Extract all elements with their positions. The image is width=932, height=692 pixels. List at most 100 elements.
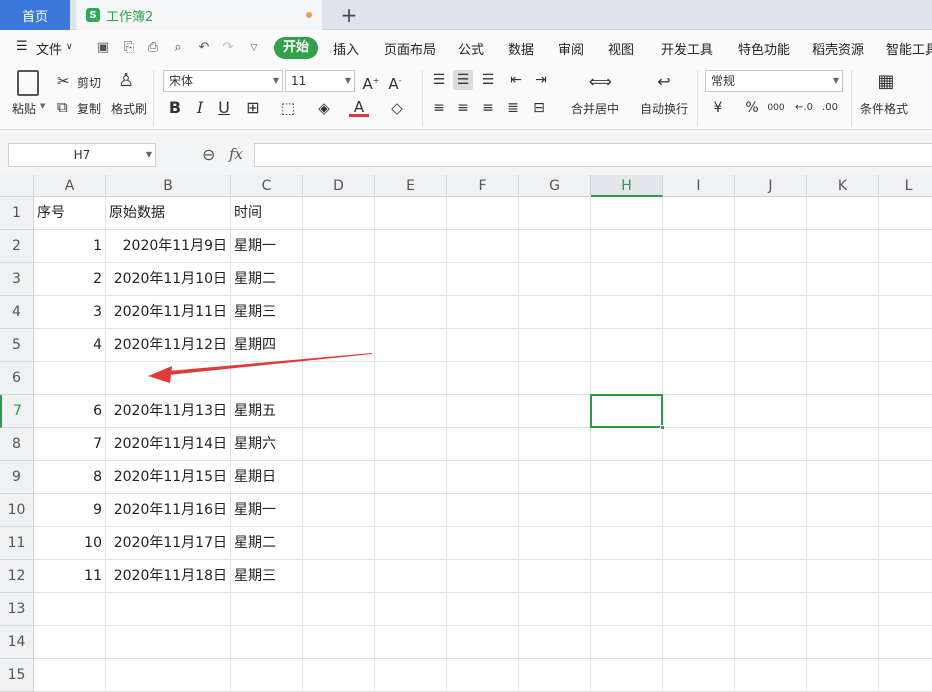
cell-a7[interactable]: 6: [34, 395, 106, 428]
column-header-k[interactable]: K: [807, 175, 879, 197]
fill-handle[interactable]: [660, 425, 665, 430]
justify-icon[interactable]: ≣: [503, 98, 523, 118]
cell-l8[interactable]: [879, 428, 932, 461]
cell-f2[interactable]: [447, 230, 519, 263]
cell-i4[interactable]: [663, 296, 735, 329]
cell-f13[interactable]: [447, 593, 519, 626]
column-header-b[interactable]: B: [106, 175, 231, 197]
cell-g5[interactable]: [519, 329, 591, 362]
cell-l3[interactable]: [879, 263, 932, 296]
cell-l5[interactable]: [879, 329, 932, 362]
quick-access-more-icon[interactable]: ▽: [247, 41, 261, 55]
cell-g14[interactable]: [519, 626, 591, 659]
cell-i9[interactable]: [663, 461, 735, 494]
cell-e15[interactable]: [375, 659, 447, 692]
menu-page-layout[interactable]: 页面布局: [384, 39, 436, 58]
column-header-a[interactable]: A: [34, 175, 106, 197]
cell-a3[interactable]: 2: [34, 263, 106, 296]
cell-d11[interactable]: [303, 527, 375, 560]
currency-button[interactable]: ¥: [708, 98, 728, 118]
cell-c9[interactable]: 星期日: [231, 461, 303, 494]
cell-b13[interactable]: [106, 593, 231, 626]
cell-f9[interactable]: [447, 461, 519, 494]
font-color-icon[interactable]: A: [349, 97, 369, 117]
export-icon[interactable]: ⎘: [122, 41, 136, 55]
cell-f12[interactable]: [447, 560, 519, 593]
cell-a14[interactable]: [34, 626, 106, 659]
cell-l14[interactable]: [879, 626, 932, 659]
row-header-3[interactable]: 3: [0, 263, 34, 296]
cell-e7[interactable]: [375, 395, 447, 428]
column-header-d[interactable]: D: [303, 175, 375, 197]
cell-d7[interactable]: [303, 395, 375, 428]
row-header-4[interactable]: 4: [0, 296, 34, 329]
conditional-format-icon[interactable]: ▦: [876, 72, 896, 92]
column-header-h[interactable]: H: [591, 175, 663, 197]
cell-d13[interactable]: [303, 593, 375, 626]
merge-center-icon[interactable]: ⟺: [589, 72, 612, 92]
column-header-g[interactable]: G: [519, 175, 591, 197]
cell-g11[interactable]: [519, 527, 591, 560]
align-center-icon[interactable]: ≡: [453, 98, 473, 118]
cell-b15[interactable]: [106, 659, 231, 692]
cell-d1[interactable]: [303, 197, 375, 230]
cell-j7[interactable]: [735, 395, 807, 428]
cell-f11[interactable]: [447, 527, 519, 560]
cell-a12[interactable]: 11: [34, 560, 106, 593]
menu-formulas[interactable]: 公式: [458, 39, 484, 58]
cell-j3[interactable]: [735, 263, 807, 296]
cell-e3[interactable]: [375, 263, 447, 296]
cell-k7[interactable]: [807, 395, 879, 428]
cell-d9[interactable]: [303, 461, 375, 494]
cell-l4[interactable]: [879, 296, 932, 329]
cell-i10[interactable]: [663, 494, 735, 527]
new-tab-button[interactable]: +: [338, 3, 360, 27]
copy-icon[interactable]: ⧉: [57, 98, 68, 116]
print-icon[interactable]: ⎙: [146, 41, 160, 55]
cell-g8[interactable]: [519, 428, 591, 461]
cell-j9[interactable]: [735, 461, 807, 494]
cell-d2[interactable]: [303, 230, 375, 263]
font-size-select[interactable]: 11 ▼: [285, 70, 355, 92]
indent-decrease-icon[interactable]: ⇤: [506, 70, 526, 90]
cell-j4[interactable]: [735, 296, 807, 329]
cell-l9[interactable]: [879, 461, 932, 494]
cell-b10[interactable]: 2020年11月16日: [106, 494, 231, 527]
cell-i15[interactable]: [663, 659, 735, 692]
cell-k3[interactable]: [807, 263, 879, 296]
cell-e12[interactable]: [375, 560, 447, 593]
menu-data[interactable]: 数据: [508, 39, 534, 58]
cell-h1[interactable]: [591, 197, 663, 230]
chevron-down-icon[interactable]: ∨: [66, 42, 73, 52]
cell-l1[interactable]: [879, 197, 932, 230]
column-header-i[interactable]: I: [663, 175, 735, 197]
format-painter-button[interactable]: 格式刷: [111, 100, 147, 117]
cell-c5[interactable]: 星期四: [231, 329, 303, 362]
cell-f8[interactable]: [447, 428, 519, 461]
menu-view[interactable]: 视图: [608, 39, 634, 58]
cell-k10[interactable]: [807, 494, 879, 527]
cell-i12[interactable]: [663, 560, 735, 593]
cell-d5[interactable]: [303, 329, 375, 362]
cell-a13[interactable]: [34, 593, 106, 626]
align-right-icon[interactable]: ≡: [478, 98, 498, 118]
cell-g15[interactable]: [519, 659, 591, 692]
cell-c4[interactable]: 星期三: [231, 296, 303, 329]
align-top-icon[interactable]: ☰: [429, 70, 449, 90]
cell-l2[interactable]: [879, 230, 932, 263]
cell-d6[interactable]: [303, 362, 375, 395]
cell-j6[interactable]: [735, 362, 807, 395]
cell-c13[interactable]: [231, 593, 303, 626]
cell-c14[interactable]: [231, 626, 303, 659]
row-header-9[interactable]: 9: [0, 461, 34, 494]
cell-l10[interactable]: [879, 494, 932, 527]
menu-developer[interactable]: 开发工具: [661, 39, 713, 58]
cell-h14[interactable]: [591, 626, 663, 659]
cell-e11[interactable]: [375, 527, 447, 560]
column-header-c[interactable]: C: [231, 175, 303, 197]
cell-b3[interactable]: 2020年11月10日: [106, 263, 231, 296]
cell-c10[interactable]: 星期一: [231, 494, 303, 527]
font-name-select[interactable]: 宋体 ▼: [163, 70, 283, 92]
cell-l13[interactable]: [879, 593, 932, 626]
wrap-text-button[interactable]: 自动换行: [640, 100, 688, 117]
